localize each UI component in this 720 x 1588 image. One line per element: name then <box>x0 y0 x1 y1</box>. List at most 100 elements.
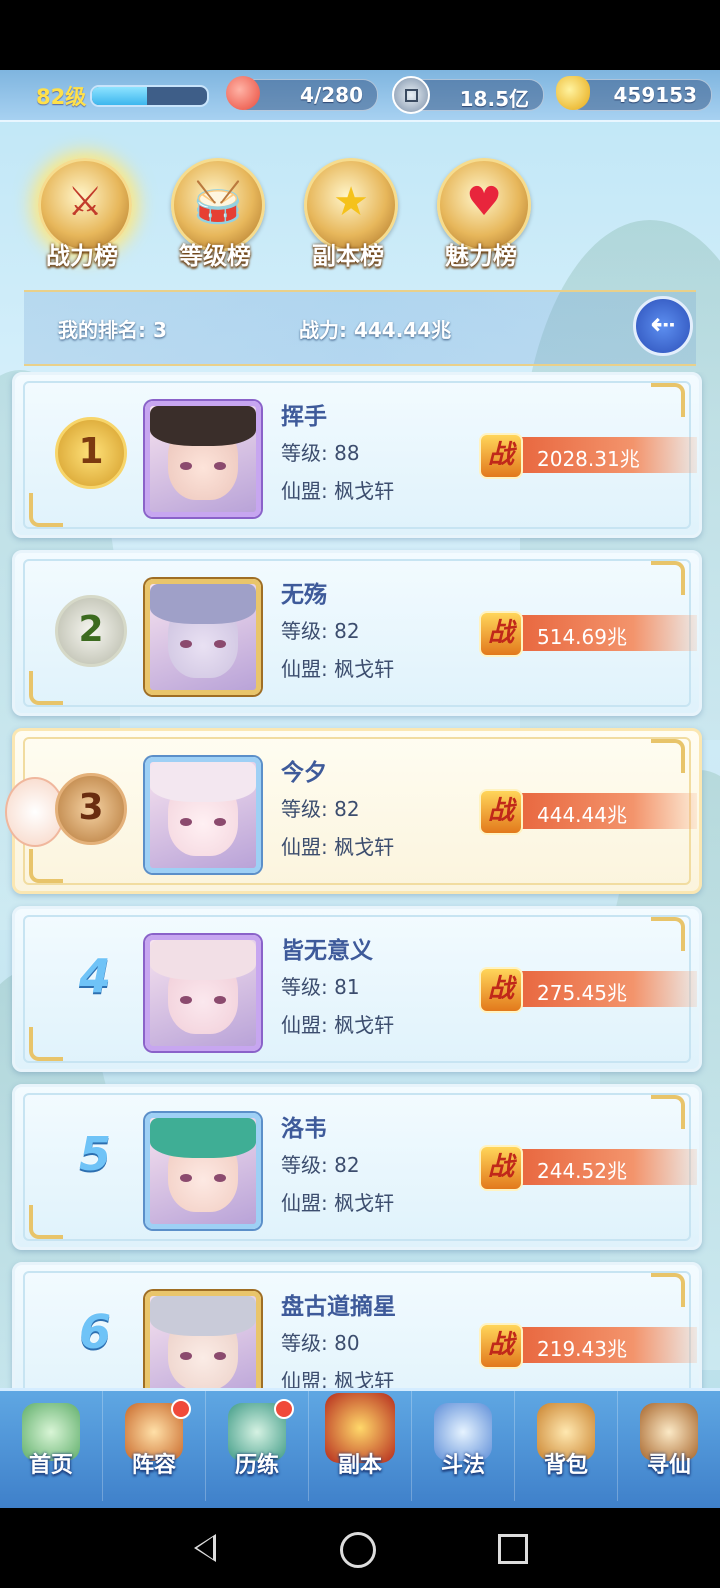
player-guild: 仙盟: 枫戈轩 <box>281 1191 395 1215</box>
back-arrow-icon: ⇠ <box>650 307 676 342</box>
tab-dungeon-ranking[interactable]: ★ 副本榜 <box>288 152 408 277</box>
player-level: 等级: 80 <box>281 1331 360 1355</box>
corner-ornament <box>651 739 685 773</box>
player-avatar[interactable] <box>145 401 261 517</box>
nav-backpack[interactable]: 背包 <box>515 1391 618 1501</box>
corner-ornament <box>651 1095 685 1129</box>
ranking-row[interactable]: 2 无殇 等级: 82 仙盟: 枫戈轩 战 514.69兆 <box>12 550 702 716</box>
system-back-icon[interactable] <box>186 1528 226 1568</box>
corner-ornament <box>651 561 685 595</box>
back-button[interactable]: ⇠ <box>633 296 693 356</box>
ranking-row-self[interactable]: 3 今夕 等级: 82 仙盟: 枫戈轩 战 444.44兆 <box>5 728 702 894</box>
tab-label: 副本榜 <box>312 242 384 270</box>
nav-label: 副本 <box>337 1453 382 1478</box>
power-value: 514.69兆 <box>537 625 627 649</box>
player-name: 皆无意义 <box>281 938 373 964</box>
nav-seek-immortal[interactable]: 寻仙 <box>618 1391 720 1501</box>
nav-label: 斗法 <box>440 1453 485 1478</box>
avatar-hair <box>150 406 256 446</box>
player-avatar[interactable] <box>145 1113 261 1229</box>
avatar-eyes <box>180 1174 226 1182</box>
tab-charm-ranking[interactable]: ♥ 魅力榜 <box>421 152 541 277</box>
tab-level-ranking[interactable]: 🥁 等级榜 <box>155 152 275 277</box>
my-power-text: 战力: 444.44兆 <box>299 318 452 342</box>
gold-value: 459153 <box>613 83 698 107</box>
battle-badge-icon: 战 <box>479 1145 523 1191</box>
corner-ornament <box>29 1027 63 1061</box>
player-name: 盘古道摘星 <box>281 1294 396 1320</box>
nav-training[interactable]: 历练 <box>206 1391 309 1501</box>
tab-glyph: ★ <box>333 179 369 225</box>
tab-power-ranking[interactable]: ⚔ 战力榜 <box>22 152 142 277</box>
ranking-row[interactable]: 4 皆无意义 等级: 81 仙盟: 枫戈轩 战 275.45兆 <box>12 906 702 1072</box>
battle-badge-icon: 战 <box>479 611 523 657</box>
stamina-value: 4/280 <box>300 83 363 107</box>
player-guild: 仙盟: 枫戈轩 <box>281 1013 395 1037</box>
tab-label: 等级榜 <box>179 242 251 270</box>
power-value: 219.43兆 <box>537 1337 627 1361</box>
corner-ornament <box>651 1273 685 1307</box>
my-rank-bar: 我的排名: 3 战力: 444.44兆 <box>24 290 696 366</box>
avatar-eyes <box>180 818 226 826</box>
nav-lineup[interactable]: 阵容 <box>103 1391 206 1501</box>
avatar-hair <box>150 584 256 624</box>
power-bar: 战 244.52兆 <box>479 1145 697 1191</box>
bronze-medal-icon: 3 <box>55 773 127 845</box>
system-home-icon[interactable] <box>340 1532 376 1568</box>
player-level: 等级: 82 <box>281 1153 360 1177</box>
my-rank-text: 我的排名: 3 <box>58 318 167 342</box>
power-bar: 战 514.69兆 <box>479 611 697 657</box>
avatar-eyes <box>180 640 226 648</box>
avatar-hair <box>150 1118 256 1158</box>
rank-number: 4 <box>78 949 111 1003</box>
player-name: 无殇 <box>281 582 327 608</box>
nav-pvp[interactable]: 斗法 <box>412 1391 515 1501</box>
status-bar <box>0 0 720 70</box>
power-bar: 战 2028.31兆 <box>479 433 697 479</box>
nav-label: 历练 <box>234 1453 279 1478</box>
ranking-row[interactable]: 5 洛韦 等级: 82 仙盟: 枫戈轩 战 244.52兆 <box>12 1084 702 1250</box>
battle-badge-icon: 战 <box>479 1323 523 1369</box>
player-guild: 仙盟: 枫戈轩 <box>281 835 395 859</box>
bottom-navigation: 首页 阵容 历练 副本 斗法 背包 寻仙 <box>0 1388 720 1511</box>
power-value: 444.44兆 <box>537 803 627 827</box>
player-avatar[interactable] <box>145 757 261 873</box>
power-bar: 战 219.43兆 <box>479 1323 697 1369</box>
avatar-eyes <box>180 996 226 1004</box>
player-guild: 仙盟: 枫戈轩 <box>281 479 395 503</box>
power-value: 2028.31兆 <box>537 447 640 471</box>
silver-value: 18.5亿 <box>459 87 529 111</box>
gold-ingot-icon <box>556 76 590 110</box>
power-bar: 战 444.44兆 <box>479 789 697 835</box>
system-navigation-bar <box>0 1508 720 1588</box>
player-avatar[interactable] <box>145 579 261 695</box>
avatar-hair <box>150 940 256 980</box>
battle-badge-icon: 战 <box>479 789 523 835</box>
ranking-list: 1 挥手 等级: 88 仙盟: 枫戈轩 战 2028.31兆 2 无殇 等级: … <box>0 372 720 1462</box>
corner-ornament <box>29 1205 63 1239</box>
nav-home[interactable]: 首页 <box>0 1391 103 1501</box>
system-recents-icon[interactable] <box>498 1534 528 1564</box>
tab-glyph: ⚔ <box>67 179 103 225</box>
player-level: 等级: 82 <box>281 619 360 643</box>
rank-number: 5 <box>78 1127 111 1181</box>
player-level: 等级: 82 <box>281 797 360 821</box>
corner-ornament <box>29 493 63 527</box>
notification-dot <box>171 1399 191 1419</box>
avatar-eyes <box>180 462 226 470</box>
power-bar: 战 275.45兆 <box>479 967 697 1013</box>
nav-label: 寻仙 <box>646 1453 691 1478</box>
corner-ornament <box>651 383 685 417</box>
avatar-hair <box>150 1296 256 1336</box>
peach-icon <box>226 76 260 110</box>
nav-label: 首页 <box>28 1453 73 1478</box>
coin-icon <box>392 76 430 114</box>
ranking-tabs: ⚔ 战力榜 🥁 等级榜 ★ 副本榜 ♥ 魅力榜 <box>0 152 720 282</box>
player-avatar[interactable] <box>145 935 261 1051</box>
nav-label: 背包 <box>543 1453 588 1478</box>
ranking-row[interactable]: 1 挥手 等级: 88 仙盟: 枫戈轩 战 2028.31兆 <box>12 372 702 538</box>
nav-label: 阵容 <box>131 1453 176 1478</box>
player-level: 82级 <box>36 85 87 109</box>
xp-bar <box>90 85 209 107</box>
nav-dungeon[interactable]: 副本 <box>309 1391 412 1501</box>
